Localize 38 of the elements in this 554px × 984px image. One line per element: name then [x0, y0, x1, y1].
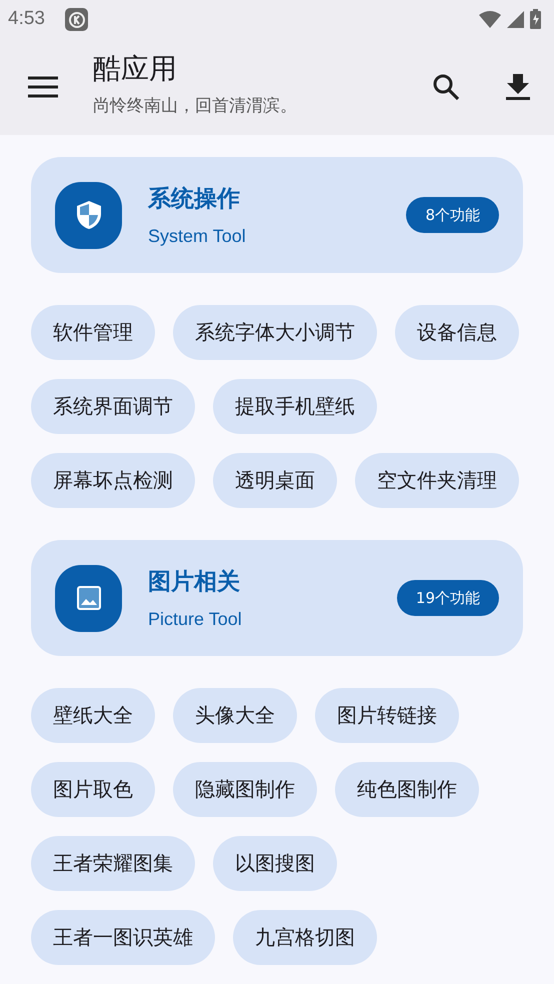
- tool-chip[interactable]: 软件管理: [31, 305, 155, 360]
- tool-chip[interactable]: 设备信息: [395, 305, 519, 360]
- count-badge: 8个功能: [406, 197, 499, 233]
- tool-chip[interactable]: 隐藏图制作: [173, 762, 317, 817]
- shield-icon: [55, 182, 122, 248]
- category-subtitle: Picture Tool: [148, 609, 243, 630]
- download-icon[interactable]: [506, 74, 530, 100]
- tool-chip[interactable]: 纯色图制作: [335, 762, 479, 817]
- search-icon[interactable]: [432, 72, 460, 100]
- tool-chip[interactable]: 头像大全: [173, 688, 297, 743]
- signal-icon: [507, 10, 524, 28]
- menu-icon[interactable]: [28, 76, 58, 98]
- tool-chip[interactable]: 提取手机壁纸: [213, 379, 377, 434]
- app-title: 酷应用: [93, 51, 178, 87]
- app-subtitle: 尚怜终南山，回首清渭滨。: [93, 95, 298, 117]
- wifi-icon: [479, 10, 501, 28]
- tool-chip[interactable]: 图片取色: [31, 762, 155, 817]
- image-icon: [55, 564, 122, 632]
- tool-chip[interactable]: 王者荣耀图集: [31, 836, 195, 891]
- status-time: 4:53: [8, 8, 45, 30]
- tool-chip[interactable]: 屏幕坏点检测: [31, 453, 195, 508]
- category-title: 图片相关: [148, 568, 241, 597]
- category-title: 系统操作: [148, 185, 241, 214]
- count-badge: 19个功能: [396, 580, 499, 616]
- tool-chip[interactable]: 空文件夹清理: [355, 453, 519, 508]
- category-card[interactable]: 图片相关 Picture Tool 19个功能: [31, 540, 523, 656]
- tool-chip[interactable]: 九宫格切图: [233, 910, 377, 965]
- category-card[interactable]: 系统操作 System Tool 8个功能: [31, 157, 523, 273]
- tool-chip[interactable]: 透明桌面: [213, 453, 337, 508]
- tool-chip[interactable]: 图片转链接: [315, 688, 459, 743]
- tool-chip[interactable]: 系统界面调节: [31, 379, 195, 434]
- tool-chip[interactable]: 王者一图识英雄: [31, 910, 215, 965]
- tool-chip[interactable]: 以图搜图: [213, 836, 337, 891]
- battery-icon: [530, 9, 541, 29]
- tool-chip[interactable]: 系统字体大小调节: [173, 305, 377, 360]
- category-subtitle: System Tool: [148, 226, 247, 247]
- tool-chip[interactable]: 壁纸大全: [31, 688, 155, 743]
- app-notification-icon: [64, 8, 88, 30]
